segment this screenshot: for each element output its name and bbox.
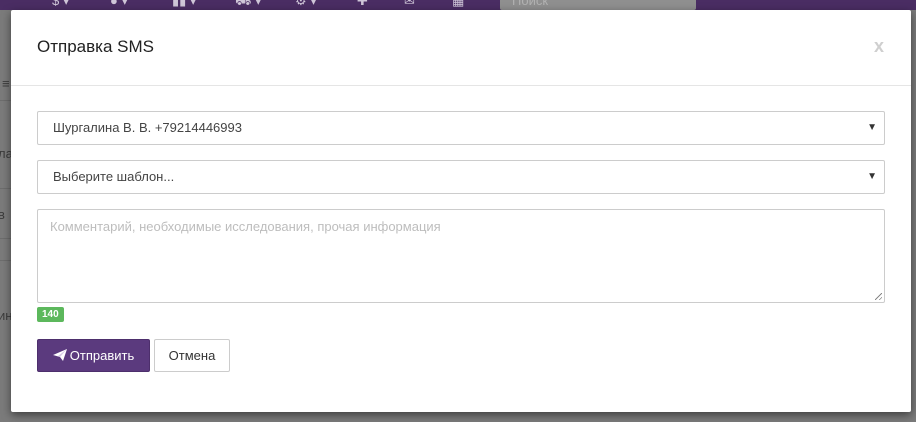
cancel-button[interactable]: Отмена	[154, 339, 230, 372]
nav-calendar-icon[interactable]: ▦	[452, 0, 464, 8]
nav-stats-menu[interactable]: ▮▮ ▾	[172, 0, 196, 8]
template-select[interactable]: Выберите шаблон... ▼	[37, 160, 885, 194]
dropdown-caret-icon: ▼	[867, 122, 877, 133]
background-text-fragment: в	[0, 207, 5, 222]
recipient-select[interactable]: Шургалина В. В. +79214446993 ▼	[37, 111, 885, 145]
nav-mail-icon[interactable]: ✉	[404, 0, 415, 8]
nav-search-input[interactable]: Поиск	[500, 0, 696, 10]
background-menu-icon: ≡	[2, 76, 10, 91]
modal-title: Отправка SMS	[37, 37, 154, 56]
modal-header: Отправка SMS x	[11, 10, 911, 86]
background-navbar: $ ▾ ● ▾ ▮▮ ▾ ⛟ ▾ ⚙ ▾ ✚ ✉ ▦ Поиск	[0, 0, 916, 10]
send-button-label: Отправить	[69, 348, 135, 363]
nav-settings-menu[interactable]: ⚙ ▾	[295, 0, 317, 8]
send-button[interactable]: Отправить	[37, 339, 150, 372]
dropdown-caret-icon: ▼	[867, 171, 877, 182]
close-button[interactable]: x	[874, 36, 884, 56]
nav-cart-menu[interactable]: ⛟ ▾	[235, 0, 262, 8]
resize-handle-icon[interactable]	[875, 293, 882, 300]
template-select-value: Выберите шаблон...	[53, 169, 175, 184]
nav-storage-menu[interactable]: ● ▾	[110, 0, 128, 8]
comment-placeholder: Комментарий, необходимые исследования, п…	[50, 219, 441, 234]
recipient-select-value: Шургалина В. В. +79214446993	[53, 120, 242, 135]
paper-plane-icon	[52, 349, 67, 361]
nav-add-icon[interactable]: ✚	[357, 0, 368, 8]
char-counter-badge: 140	[37, 307, 64, 322]
nav-currency-menu[interactable]: $ ▾	[52, 0, 69, 8]
comment-textarea[interactable]: Комментарий, необходимые исследования, п…	[37, 209, 885, 303]
sms-modal: Отправка SMS x Шургалина В. В. +79214446…	[11, 10, 911, 412]
